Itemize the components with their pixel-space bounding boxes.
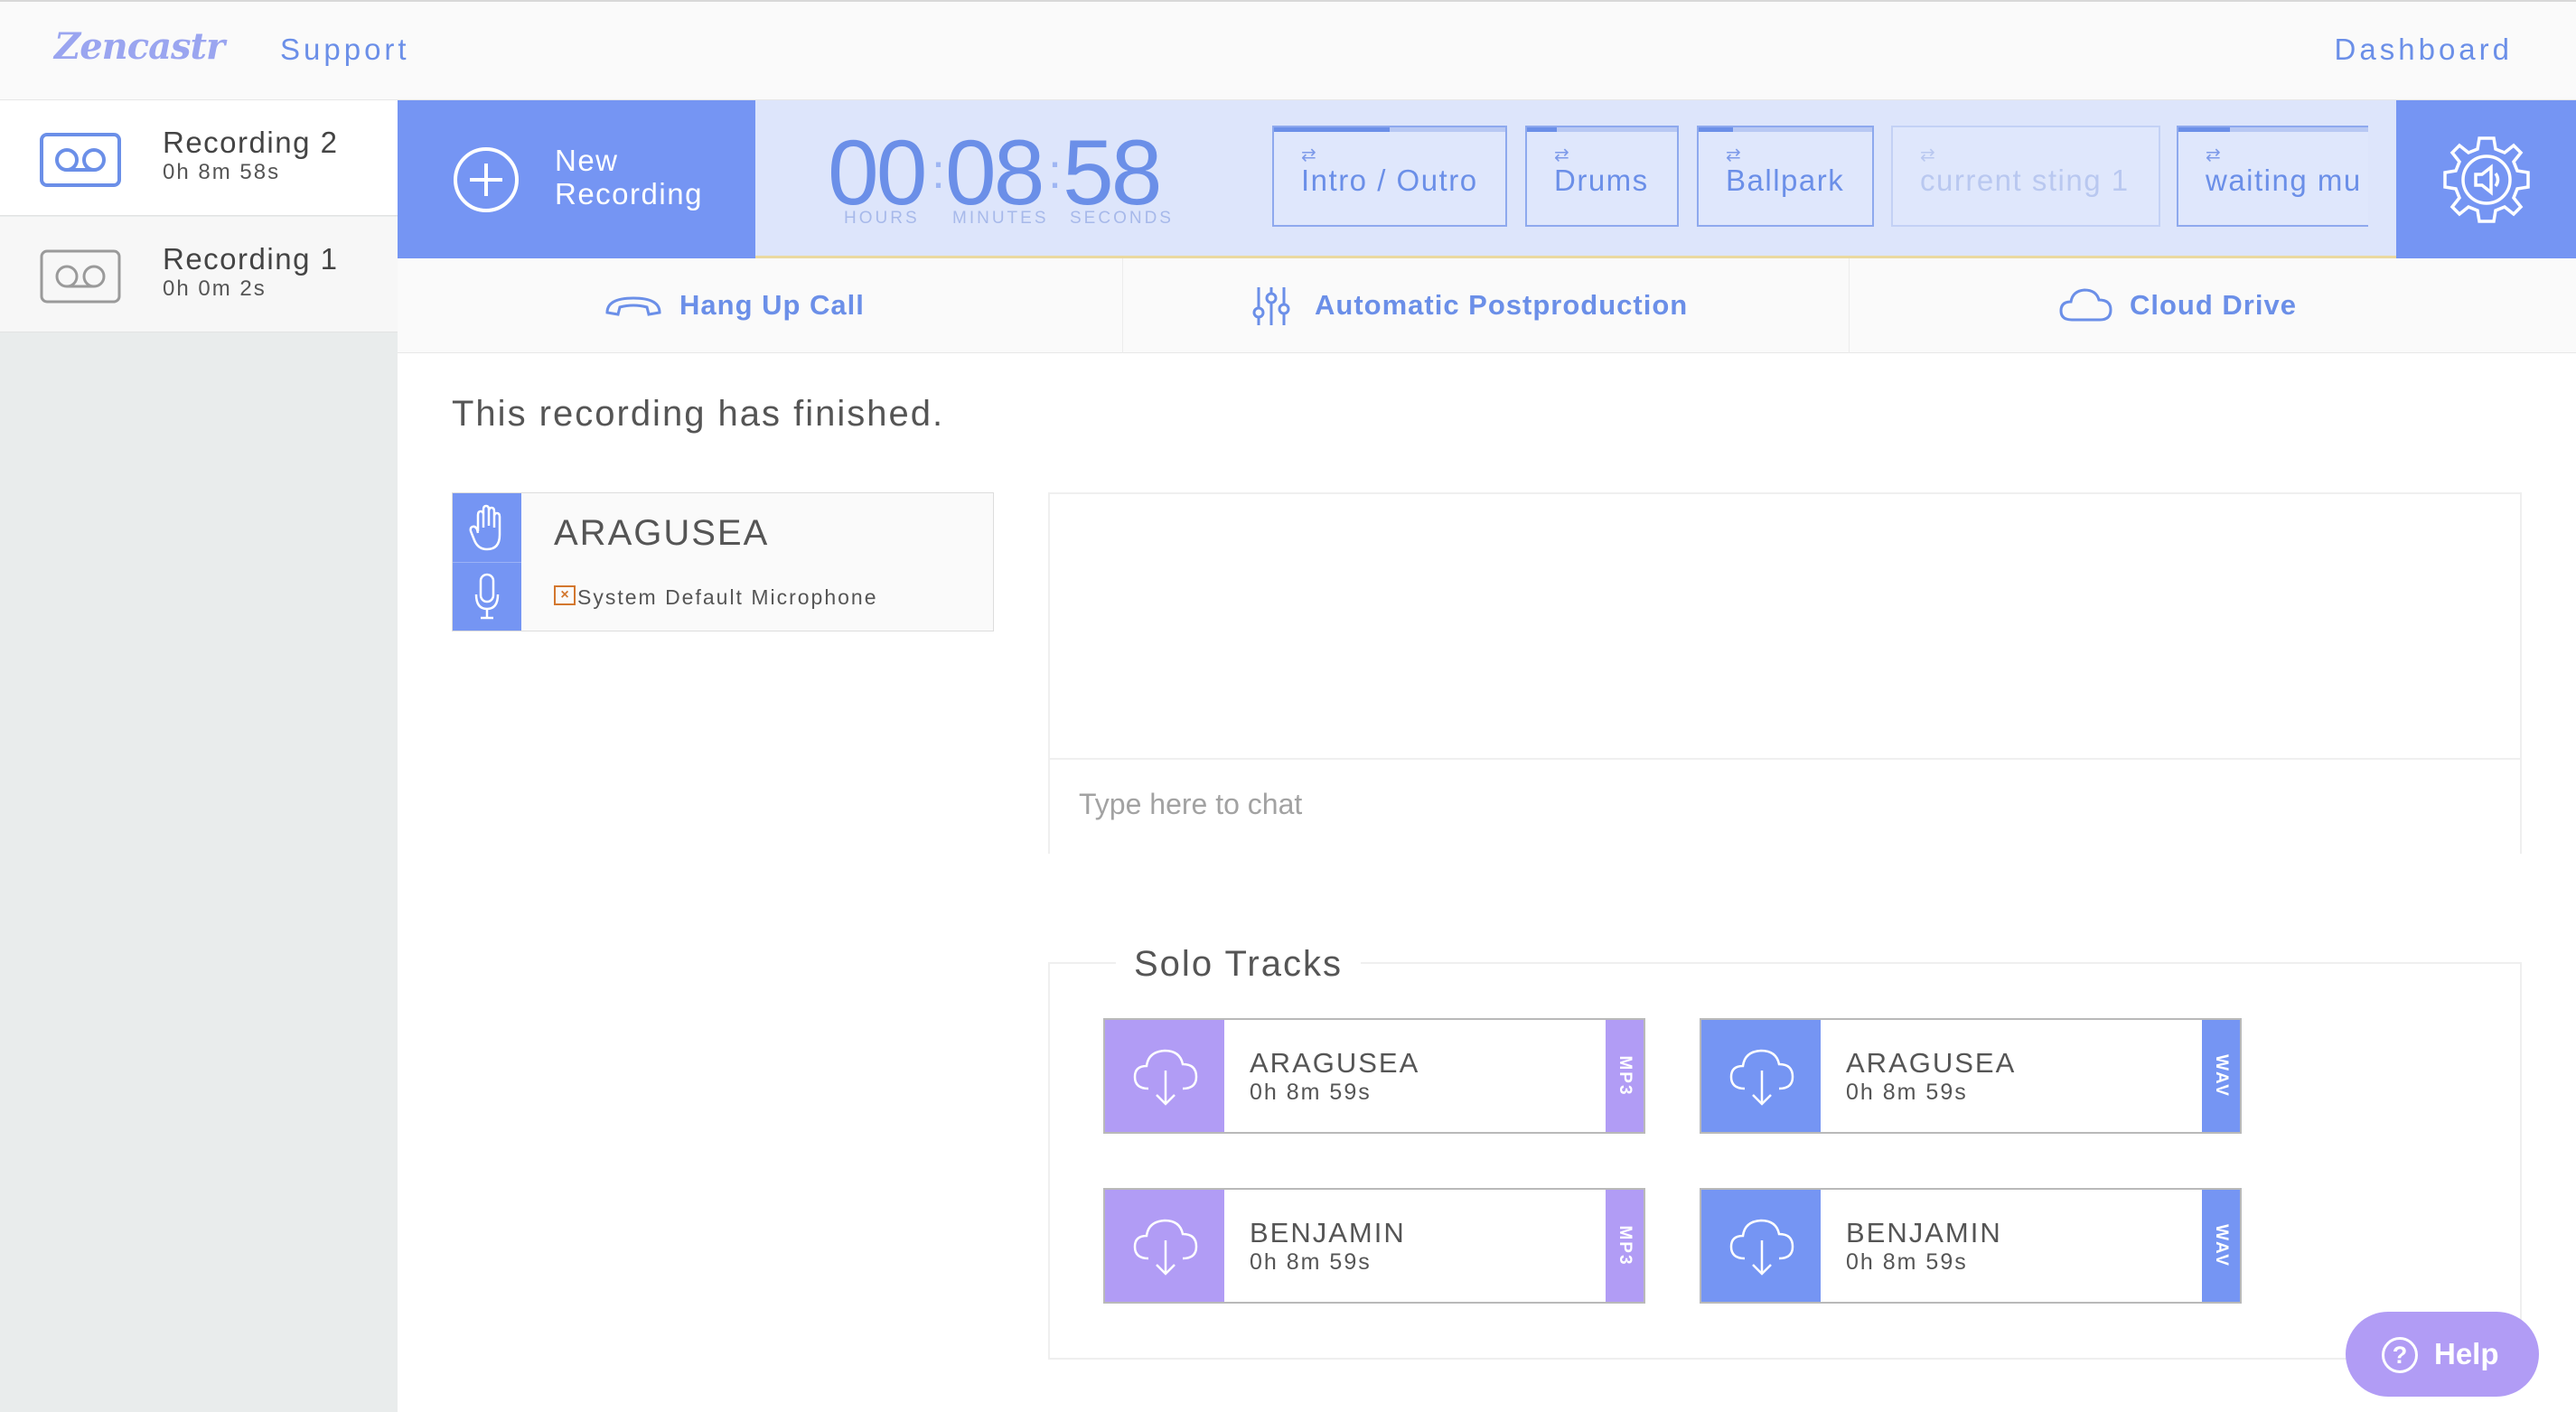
sting-button[interactable]: ⇄ waiting mu	[2177, 126, 2368, 227]
sting-label: Drums	[1554, 164, 1649, 197]
sliders-icon	[1252, 287, 1290, 325]
track-duration: 0h 8m 59s	[1250, 1249, 1372, 1275]
sting-button[interactable]: ⇄ current sting 1	[1891, 126, 2160, 227]
participant-controls	[453, 493, 521, 631]
sting-button[interactable]: ⇄ Drums	[1525, 126, 1679, 227]
track-format-badge: WAV	[2202, 1020, 2240, 1132]
timer-seconds-caption: SECONDS	[1070, 209, 1174, 228]
timer-hours: 00	[828, 121, 927, 224]
sting-button[interactable]: ⇄ Ballpark	[1697, 126, 1874, 227]
track-format-label: WAV	[2212, 1224, 2231, 1267]
sting-progress	[1527, 127, 1558, 132]
track-name: ARAGUSEA	[1250, 1047, 1420, 1079]
cloud-download-tile	[1105, 1190, 1224, 1302]
new-recording-label: New Recording	[555, 144, 703, 210]
recording-duration: 0h 0m 2s	[163, 276, 267, 301]
solo-tracks-title: Solo Tracks	[1116, 944, 1361, 985]
track-format-label: MP3	[1616, 1055, 1635, 1097]
chat-input-area	[1050, 758, 2520, 854]
cassette-tape-icon	[40, 133, 121, 187]
sting-button[interactable]: ⇄ Intro / Outro	[1272, 126, 1507, 227]
recording-name: Recording 2	[163, 126, 339, 159]
chat-input[interactable]	[1077, 787, 2432, 822]
action-bar: Hang Up Call Automatic Postproduction Cl…	[398, 258, 2576, 353]
phone-hangup-icon	[605, 296, 661, 316]
cassette-tape-icon	[40, 249, 121, 304]
sting-label: waiting mu	[2206, 164, 2362, 197]
cloud-download-tile	[1701, 1020, 1821, 1132]
cloud-drive-button[interactable]: Cloud Drive	[1850, 258, 2576, 353]
recording-name: Recording 1	[163, 242, 339, 276]
participant-name: ARAGUSEA	[554, 513, 770, 553]
automatic-postproduction-label: Automatic Postproduction	[1315, 289, 1689, 321]
sting-progress	[2178, 127, 2230, 132]
cloud-download-icon	[1133, 1219, 1198, 1276]
gear-speaker-icon	[2443, 136, 2530, 223]
help-label: Help	[2434, 1337, 2499, 1370]
sting-label: Intro / Outro	[1301, 164, 1478, 197]
plus-circle-icon	[454, 147, 519, 212]
track-duration: 0h 8m 59s	[1846, 1249, 1968, 1275]
download-track-button[interactable]: BENJAMIN 0h 8m 59s WAV	[1700, 1188, 2242, 1304]
chat-messages	[1050, 494, 2520, 756]
divider	[453, 562, 521, 563]
sting-label: Ballpark	[1726, 164, 1845, 197]
cloud-download-icon	[1729, 1049, 1794, 1106]
timer-separator: :	[932, 145, 946, 199]
chat-panel	[1048, 492, 2522, 854]
new-recording-button[interactable]: New Recording	[398, 100, 755, 258]
timer-and-soundboard: 00 : 08 : 58 HOURS MINUTES SECONDS ⇄ Int…	[755, 100, 2396, 258]
track-duration: 0h 8m 59s	[1250, 1080, 1372, 1105]
download-track-button[interactable]: ARAGUSEA 0h 8m 59s WAV	[1700, 1018, 2242, 1134]
sting-label: current sting 1	[1920, 164, 2130, 197]
soundboard-settings-button[interactable]	[2396, 100, 2576, 258]
sting-progress	[1699, 127, 1734, 132]
participant-card: ARAGUSEA × System Default Microphone	[452, 492, 994, 631]
timer-separator: :	[1048, 145, 1063, 199]
recording-item[interactable]: Recording 2 0h 8m 58s	[0, 100, 398, 216]
track-format-label: WAV	[2212, 1054, 2231, 1098]
automatic-postproduction-button[interactable]: Automatic Postproduction	[1123, 258, 1850, 353]
cloud-icon	[2059, 288, 2112, 322]
track-name: ARAGUSEA	[1846, 1047, 2017, 1079]
track-format-badge: MP3	[1606, 1020, 1644, 1132]
cloud-download-icon	[1729, 1219, 1794, 1276]
question-circle-icon: ?	[2382, 1337, 2418, 1373]
track-format-badge: WAV	[2202, 1190, 2240, 1302]
recordings-sidebar: Recording 2 0h 8m 58s Recording 1 0h 0m …	[0, 100, 398, 1412]
timer-minutes: 08	[945, 121, 1044, 224]
cloud-download-tile	[1701, 1190, 1821, 1302]
microphone-error-icon: ×	[554, 585, 576, 605]
timer-hours-caption: HOURS	[844, 209, 920, 228]
sting-progress	[1274, 127, 1390, 132]
track-format-badge: MP3	[1606, 1190, 1644, 1302]
zencastr-logo[interactable]: Zencastr	[54, 25, 225, 68]
recording-item[interactable]: Recording 1 0h 0m 2s	[0, 217, 398, 332]
dashboard-link[interactable]: Dashboard	[2335, 33, 2513, 67]
recording-duration: 0h 8m 58s	[163, 160, 281, 184]
track-name: BENJAMIN	[1250, 1217, 1406, 1248]
cloud-download-icon	[1133, 1049, 1198, 1106]
timer-seconds: 58	[1063, 121, 1162, 224]
top-nav: Zencastr Support Dashboard	[0, 0, 2576, 100]
cloud-drive-label: Cloud Drive	[2130, 289, 2297, 321]
download-track-button[interactable]: BENJAMIN 0h 8m 59s MP3	[1103, 1188, 1645, 1304]
timer-minutes-caption: MINUTES	[952, 209, 1049, 228]
hang-up-call-label: Hang Up Call	[679, 289, 865, 321]
microphone-icon[interactable]	[474, 573, 500, 622]
help-button[interactable]: ? Help	[2346, 1312, 2539, 1397]
microphone-source: System Default Microphone	[577, 585, 878, 609]
new-recording-label-line2: Recording	[555, 177, 703, 210]
raised-hand-icon[interactable]	[469, 504, 505, 553]
track-duration: 0h 8m 59s	[1846, 1080, 1968, 1105]
support-link[interactable]: Support	[280, 33, 410, 67]
cloud-download-tile	[1105, 1020, 1224, 1132]
track-name: BENJAMIN	[1846, 1217, 2002, 1248]
recording-status: This recording has finished.	[452, 394, 945, 434]
hang-up-call-button[interactable]: Hang Up Call	[398, 258, 1123, 353]
track-format-label: MP3	[1616, 1225, 1635, 1267]
new-recording-label-line1: New	[555, 144, 619, 177]
download-track-button[interactable]: ARAGUSEA 0h 8m 59s MP3	[1103, 1018, 1645, 1134]
